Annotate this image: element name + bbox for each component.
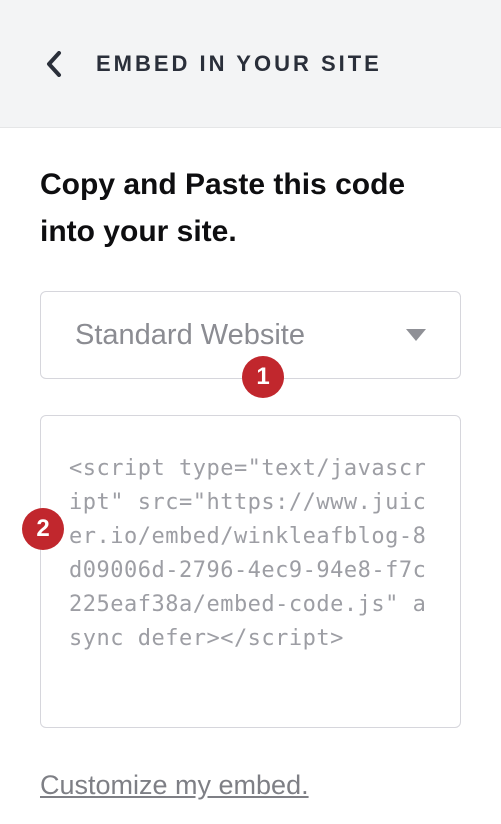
instruction-heading: Copy and Paste this code into your site. [40,162,461,255]
customize-embed-link[interactable]: Customize my embed. [40,770,309,801]
page-title: EMBED IN YOUR SITE [96,51,382,77]
back-button[interactable] [40,50,68,78]
annotation-badge-1: 1 [242,356,284,398]
chevron-down-icon [406,329,426,341]
embed-code-box[interactable]: <script type="text/javascript" src="http… [40,415,461,728]
page-header: EMBED IN YOUR SITE [0,0,501,128]
chevron-left-icon [46,51,62,77]
platform-select-label: Standard Website [75,319,406,352]
main-content: 1 2 Copy and Paste this code into your s… [0,128,501,801]
annotation-badge-2: 2 [22,508,64,550]
